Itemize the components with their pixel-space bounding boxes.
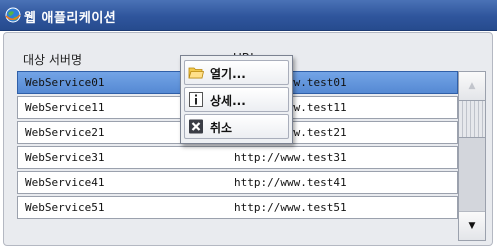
scroll-up-button[interactable]: ▲ — [459, 72, 485, 101]
server-name-cell: WebService11 — [25, 101, 105, 114]
details-menu-item[interactable]: 상세... — [184, 87, 289, 112]
cancel-menu-item[interactable]: 취소 — [184, 114, 289, 139]
triangle-up-icon: ▲ — [468, 81, 476, 91]
scroll-thumb[interactable] — [459, 100, 485, 138]
server-name-cell: WebService01 — [25, 76, 105, 89]
server-name-cell: WebService51 — [25, 201, 105, 214]
close-icon — [189, 119, 203, 134]
column-header-server-name: 대상 서버명 — [23, 53, 83, 67]
url-cell: http://www.test31 — [234, 151, 347, 164]
vertical-scrollbar[interactable]: ▲ ▼ — [458, 71, 486, 241]
folder-icon — [188, 67, 204, 79]
details-label: 상세... — [210, 94, 246, 108]
scroll-down-button[interactable]: ▼ — [459, 211, 485, 240]
globe-icon — [5, 7, 21, 23]
server-name-cell: WebService31 — [25, 151, 105, 164]
server-name-cell: WebService21 — [25, 126, 105, 139]
open-label: 열기... — [210, 67, 246, 81]
url-cell: http://www.test41 — [234, 176, 347, 189]
info-icon — [189, 92, 203, 107]
cancel-label: 취소 — [210, 121, 233, 135]
triangle-down-icon: ▼ — [468, 221, 476, 231]
server-name-cell: WebService41 — [25, 176, 105, 189]
open-menu-item[interactable]: 열기... — [184, 60, 289, 85]
url-cell: http://www.test51 — [234, 201, 347, 214]
title-bar: 웹 애플리케이션 — [0, 0, 497, 31]
table-row[interactable]: WebService31 http://www.test31 — [17, 146, 458, 169]
window-title: 웹 애플리케이션 — [24, 11, 117, 26]
table-row[interactable]: WebService41 http://www.test41 — [17, 171, 458, 194]
table-row[interactable]: WebService51 http://www.test51 — [17, 196, 458, 219]
context-menu: 열기... 상세... 취소 — [180, 55, 293, 144]
